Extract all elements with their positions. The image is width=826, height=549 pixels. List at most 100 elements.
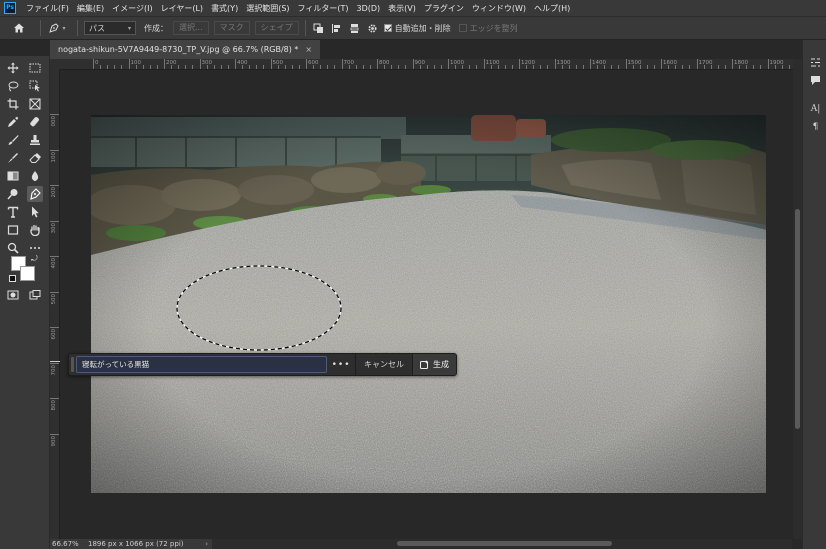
menu-type[interactable]: 書式(Y) <box>207 3 242 14</box>
object-selection-tool-icon[interactable] <box>27 78 43 94</box>
screen-mode-icon[interactable] <box>27 287 43 303</box>
align-edges-checkbox[interactable] <box>458 24 467 32</box>
spot-healing-tool-icon[interactable] <box>27 114 43 130</box>
ruler-minor-tick <box>206 65 208 69</box>
menu-image[interactable]: イメージ(I) <box>108 3 156 14</box>
horizontal-scrollbar[interactable] <box>212 539 792 549</box>
vertical-scrollbar[interactable] <box>793 59 802 539</box>
character-panel-icon[interactable]: A| <box>809 102 822 115</box>
zoom-tool-icon[interactable] <box>5 240 21 256</box>
generate-label: 生成 <box>433 360 449 369</box>
make-mask-button[interactable]: マスク <box>213 21 250 35</box>
generative-fill-prompt-input[interactable] <box>75 356 328 373</box>
horizontal-scroll-thumb[interactable] <box>397 541 612 546</box>
pen-tool-preset-icon[interactable]: ▾ <box>47 19 67 37</box>
vertical-scroll-thumb[interactable] <box>795 209 800 429</box>
move-tool-icon[interactable] <box>5 60 21 76</box>
ruler-tick-label: 600 <box>51 329 57 340</box>
gear-icon[interactable] <box>366 19 380 37</box>
frame-tool-icon[interactable] <box>27 96 43 112</box>
ruler-tick-label: 900 <box>51 435 57 447</box>
ruler-minor-tick <box>405 65 407 69</box>
type-tool-icon[interactable] <box>5 204 21 220</box>
generate-button[interactable]: 生成 <box>413 354 456 375</box>
properties-panel-icon[interactable] <box>809 56 822 69</box>
ruler-minor-tick <box>526 65 528 69</box>
blur-tool-icon[interactable] <box>27 168 43 184</box>
ruler-tick <box>270 59 272 69</box>
menu-3d[interactable]: 3D(D) <box>353 4 385 13</box>
swap-colors-icon[interactable]: ⤾ <box>31 254 38 264</box>
menu-view[interactable]: 表示(V) <box>384 3 420 14</box>
drag-handle[interactable] <box>71 357 74 372</box>
crop-tool-icon[interactable] <box>5 96 21 112</box>
mode-dropdown[interactable]: パス ▾ <box>84 21 136 35</box>
paragraph-panel-icon[interactable]: ¶ <box>809 120 822 133</box>
menu-window[interactable]: ウィンドウ(W) <box>468 3 530 14</box>
ruler-minor-tick <box>107 65 109 69</box>
close-icon[interactable]: × <box>305 45 312 54</box>
hand-tool-icon[interactable] <box>27 222 43 238</box>
menu-help[interactable]: ヘルプ(H) <box>530 3 574 14</box>
eraser-tool-icon[interactable] <box>27 150 43 166</box>
ruler-minor-tick <box>142 65 144 69</box>
auto-add-delete-checkbox[interactable] <box>383 24 392 32</box>
status-menu-arrow[interactable]: › <box>205 540 212 548</box>
contextual-task-bar: ••• キャンセル 生成 <box>68 353 457 376</box>
align-edges-label: エッジを整列 <box>469 23 518 33</box>
ruler-tick <box>519 59 520 69</box>
rectangle-tool-icon[interactable] <box>5 222 21 238</box>
menu-file[interactable]: ファイル(F) <box>22 3 73 14</box>
ruler-minor-tick <box>618 65 620 69</box>
menu-plugins[interactable]: プラグイン <box>420 3 468 14</box>
quick-mask-icon[interactable] <box>5 287 21 303</box>
eyedropper-tool-icon[interactable] <box>5 114 21 130</box>
history-brush-tool-icon[interactable] <box>5 150 21 166</box>
marquee-tool-icon[interactable] <box>27 60 43 76</box>
zoom-level[interactable]: 66.67% <box>50 540 84 548</box>
menu-edit[interactable]: 編集(E) <box>73 3 108 14</box>
document-image[interactable] <box>91 115 766 493</box>
path-alignment-icon[interactable] <box>330 19 344 37</box>
ruler-minor-tick <box>533 65 535 69</box>
comments-panel-icon[interactable] <box>809 74 822 87</box>
dodge-tool-icon[interactable] <box>5 186 21 202</box>
ruler-minor-tick <box>242 65 244 69</box>
gradient-tool-icon[interactable] <box>5 168 21 184</box>
pen-tool-icon[interactable] <box>27 186 43 202</box>
menu-filter[interactable]: フィルター(T) <box>294 3 353 14</box>
menu-layer[interactable]: レイヤー(L) <box>157 3 207 14</box>
ruler-minor-tick <box>575 65 577 69</box>
menu-select[interactable]: 選択範囲(S) <box>242 3 293 14</box>
make-shape-button[interactable]: シェイプ <box>254 21 299 35</box>
ruler-minor-tick <box>227 65 229 69</box>
vertical-ruler[interactable]: 000 100 200 300 400 500 600 700 800 900 <box>50 70 60 539</box>
path-selection-tool-icon[interactable] <box>27 204 43 220</box>
canvas-area[interactable] <box>60 70 793 536</box>
ruler-tick <box>128 59 130 69</box>
ruler-minor-tick <box>739 65 741 69</box>
tools-panel: ⤾ <box>0 56 50 549</box>
background-color-swatch[interactable] <box>20 266 35 281</box>
default-colors-icon[interactable] <box>9 275 16 282</box>
ruler-tick <box>164 59 165 69</box>
make-selection-button[interactable]: 選択... <box>173 21 209 35</box>
brush-tool-icon[interactable] <box>5 132 21 148</box>
cancel-button[interactable]: キャンセル <box>356 359 412 370</box>
horizontal-ruler[interactable]: 0 100 200 300 400 500 600 700 800 900 1000 1100 1200… <box>60 59 793 70</box>
ruler-minor-tick <box>504 65 506 69</box>
home-icon[interactable] <box>8 19 30 37</box>
photoshop-logo[interactable]: Ps <box>4 2 16 14</box>
path-operations-icon[interactable] <box>312 19 326 37</box>
ruler-tick <box>50 114 59 115</box>
ruler-minor-tick <box>419 65 421 69</box>
lasso-tool-icon[interactable] <box>5 78 21 94</box>
ruler-position-marker <box>50 361 60 362</box>
more-options-icon[interactable]: ••• <box>327 360 355 370</box>
document-tab[interactable]: nogata-shikun-5V7A9449-8730_TP_V.jpg @ 6… <box>50 40 321 59</box>
path-arrangement-icon[interactable] <box>348 19 362 37</box>
clone-stamp-tool-icon[interactable] <box>27 132 43 148</box>
ruler-tick-label: 800 <box>51 400 57 411</box>
auto-add-delete-label: 自動追加・削除 <box>394 23 451 33</box>
ruler-tick <box>235 59 236 69</box>
